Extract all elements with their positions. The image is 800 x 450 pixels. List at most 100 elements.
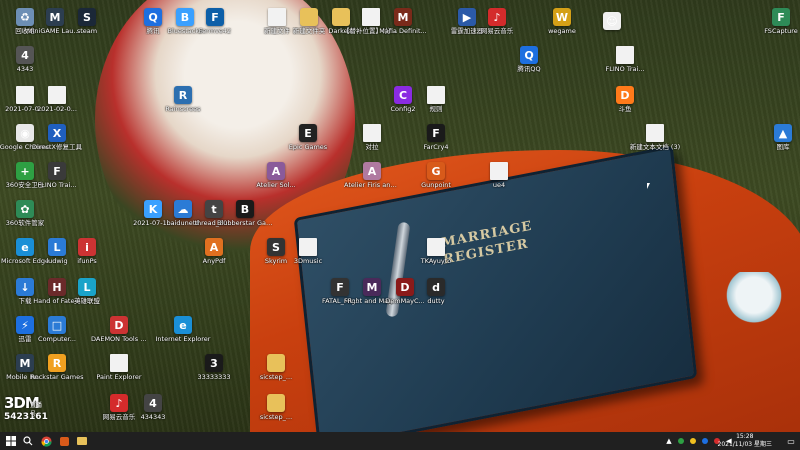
app-icon: □ — [48, 316, 66, 334]
desktop-icon[interactable]: F FATAL_FR... — [312, 278, 368, 305]
desktop-icon[interactable]: 4 434343 — [125, 394, 181, 421]
desktop-icon-label: DirectX修复工具 — [32, 143, 82, 151]
desktop-icon[interactable]: L 英雄联盟 — [59, 278, 115, 305]
taskbar: ▲ ◀ 15:28 2021/11/03 星期三 ▭ — [0, 432, 800, 450]
app-icon: A — [205, 238, 223, 256]
app-icon: 4 — [16, 46, 34, 64]
tray-icon-1[interactable] — [676, 433, 686, 449]
desktop-icon[interactable]: F Fermve42 — [187, 8, 243, 35]
desktop-icon[interactable]: F FLINO Trai... — [29, 162, 85, 189]
desktop-icon[interactable]: ♪ 网易云音乐 — [469, 8, 525, 35]
desktop-icon[interactable]: A Atelier Sol... — [248, 162, 304, 189]
windows-start-icon[interactable] — [3, 433, 19, 449]
desktop-icon[interactable]: D 斗鱼 — [597, 86, 653, 113]
desktop-icon[interactable]: R Rockstar Games — [29, 354, 85, 381]
desktop-icon-label: DAEMON Tools Lite — [91, 335, 147, 343]
chrome-taskbar-icon[interactable] — [38, 433, 54, 449]
desktop-icon[interactable]: R Rainscrees — [155, 86, 211, 113]
search-icon[interactable] — [20, 433, 36, 449]
app-icon: M — [394, 8, 412, 26]
desktop-icon-label: FLINO Trai... — [37, 181, 77, 189]
folder-icon — [267, 354, 285, 372]
desktop-icon[interactable]: ue4 — [471, 162, 527, 189]
desktop-icon[interactable]: Wwegame — [534, 8, 590, 35]
desktop-icon-label: sicstep_... — [259, 413, 293, 421]
app-icon: A — [267, 162, 285, 180]
app-icon: F — [427, 124, 445, 142]
desktop-icon[interactable]: 3Dmusic — [280, 238, 336, 265]
desktop-icon-label: 英雄联盟 — [74, 297, 100, 305]
desktop-icon[interactable]: TKAyuyto — [408, 238, 464, 265]
desktop-icon-label: Rockstar Games — [30, 373, 84, 381]
desktop-icon[interactable]: 3 33333333 — [186, 354, 242, 381]
app-icon: F — [206, 8, 224, 26]
clock-time: 15:28 — [736, 433, 754, 440]
app-icon: ✿ — [16, 200, 34, 218]
desktop-icon[interactable]: 2021-02-0... — [29, 86, 85, 113]
folder-taskbar-icon[interactable] — [74, 433, 90, 449]
app-icon: W — [553, 8, 571, 26]
desktop-icon[interactable]: E Epic Games — [280, 124, 336, 151]
app-icon: S — [78, 8, 96, 26]
clock-date: 2021/11/03 星期三 — [717, 441, 773, 448]
desktop-icon[interactable]: Q 腾讯QQ — [501, 46, 557, 73]
desktop-pet-avatar[interactable] — [726, 272, 782, 330]
app-icon: F — [48, 162, 66, 180]
desktop-icon-label: 腾讯QQ — [517, 65, 541, 73]
desktop-icon-label: Fermve42 — [198, 27, 232, 35]
desktop-icon[interactable]: 规则 — [408, 86, 464, 113]
desktop-icon[interactable]: Paint Explorer — [91, 354, 147, 381]
desktop-icon[interactable]: ✿ 360软件管家 — [0, 200, 53, 227]
desktop-icon-label: Atelier Firis and Sophie — [344, 181, 400, 189]
desktop-icon-label: FarCry4 — [423, 143, 449, 151]
desktop-icon[interactable]: Ssteam — [59, 8, 115, 35]
desktop-icon[interactable]: sicstep_... — [248, 354, 304, 381]
desktop-icon[interactable]: i ifunPs — [59, 238, 115, 265]
desktop-icon[interactable]: F FarCry4 — [408, 124, 464, 151]
file-icon — [427, 86, 445, 104]
tray-icon-2[interactable] — [688, 433, 698, 449]
taskbar-clock[interactable]: 15:28 2021/11/03 星期三 — [718, 433, 773, 449]
desktop-icon-label: FSCapture — [764, 27, 798, 35]
desktop-icon[interactable]: G Gunpoint — [408, 162, 464, 189]
tray-icon-3[interactable] — [700, 433, 710, 449]
desktop-icon-label: 434343 — [140, 413, 166, 421]
desktop-icon[interactable]: ☺ — [584, 12, 640, 31]
app-icon: i — [78, 238, 96, 256]
file-icon — [363, 124, 381, 142]
app-icon: L — [78, 278, 96, 296]
desktop-icon[interactable]: 对拉 — [344, 124, 400, 151]
desktop-icon-label: Epic Games — [288, 143, 328, 151]
desktop-icon[interactable]: □ Computer... — [29, 316, 85, 343]
desktop-icon[interactable]: AAtelier Firis and Sophie — [344, 162, 400, 189]
app-taskbar-icon[interactable] — [56, 433, 72, 449]
desktop-icon[interactable]: F FSCapture — [753, 8, 800, 35]
desktop-icon[interactable]: A AnyPdf — [186, 238, 242, 265]
desktop-icon[interactable]: BBlubberstar Gaming — [217, 200, 273, 227]
desktop-icon-label: wegame — [548, 27, 576, 35]
watermark-sub: 直播号 — [30, 402, 43, 418]
desktop-icon-label: 360软件管家 — [5, 219, 45, 227]
desktop-icon[interactable]: 4 4343 — [0, 46, 53, 73]
desktop-icon-label: 新建文本文档 (3) — [629, 143, 681, 151]
notification-icon[interactable]: ▭ — [784, 433, 798, 449]
app-icon: G — [427, 162, 445, 180]
desktop-icon-label: Paint Explorer — [96, 373, 142, 381]
app-icon: F — [331, 278, 349, 296]
file-icon — [110, 354, 128, 372]
desktop-icon[interactable]: ▲ 图库 — [755, 124, 800, 151]
desktop-icon[interactable]: D DAEMON Tools Lite — [91, 316, 147, 343]
app-icon: ▲ — [774, 124, 792, 142]
desktop-icon-label: FATAL_FR... — [321, 297, 359, 305]
desktop-icon[interactable]: FLINO Trai... — [597, 46, 653, 73]
desktop-icon[interactable]: X DirectX修复工具 — [29, 124, 85, 151]
desktop-icon[interactable]: 新建文本文档 (3) — [627, 124, 683, 151]
file-icon — [427, 238, 445, 256]
chevron-up-icon[interactable]: ▲ — [664, 433, 674, 449]
desktop-icon-label: Computer... — [38, 335, 76, 343]
desktop-icon-label: sicstep_... — [259, 373, 293, 381]
desktop-icon[interactable]: M Mafia Definit... — [375, 8, 431, 35]
desktop-icon[interactable]: sicstep_... — [248, 394, 304, 421]
desktop-icon[interactable]: e Internet Explorer — [155, 316, 211, 343]
desktop-icon[interactable]: d dutty — [408, 278, 464, 305]
